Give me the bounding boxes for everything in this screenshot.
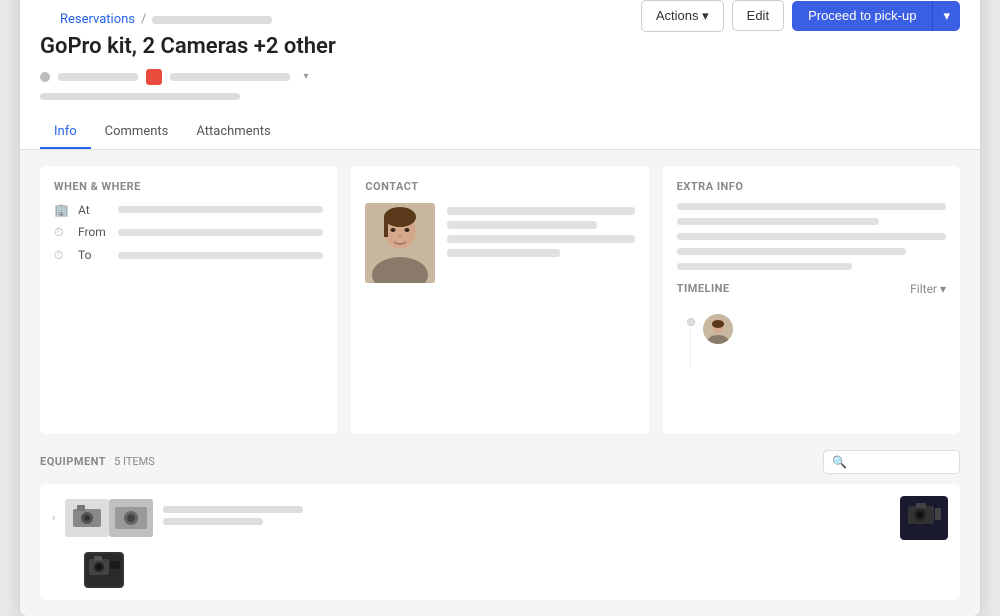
field-at: 🏢 At bbox=[54, 203, 323, 217]
extra-line-1 bbox=[677, 203, 946, 210]
contact-card: CONTACT bbox=[351, 166, 648, 434]
at-value-line bbox=[118, 206, 323, 213]
breadcrumb: Reservations / bbox=[40, 4, 292, 27]
extra-line-5 bbox=[677, 263, 852, 270]
expand-icon[interactable]: › bbox=[52, 511, 55, 524]
equipment-image-right bbox=[900, 496, 948, 540]
breadcrumb-separator: / bbox=[141, 12, 146, 27]
main-content: WHEN & WHERE 🏢 At ⏱ From ⏱ To CONTACT bbox=[20, 150, 980, 450]
status-line-2 bbox=[170, 73, 290, 81]
when-where-card: WHEN & WHERE 🏢 At ⏱ From ⏱ To bbox=[40, 166, 337, 434]
status-dot-red bbox=[146, 69, 162, 85]
equipment-row-2 bbox=[52, 544, 948, 588]
to-label: To bbox=[78, 248, 110, 262]
page-title: GoPro kit, 2 Cameras +2 other bbox=[40, 34, 960, 59]
from-label: From bbox=[78, 225, 110, 239]
extra-line-4 bbox=[677, 248, 906, 255]
equipment-details bbox=[163, 506, 890, 530]
contact-label: CONTACT bbox=[365, 180, 634, 193]
contact-phone-line bbox=[447, 235, 634, 243]
timeline-vertical-line bbox=[690, 328, 691, 368]
eq-desc-line bbox=[163, 518, 263, 525]
equipment-grid: › bbox=[40, 484, 960, 600]
equipment-header: EQUIPMENT 5 ITEMS 🔍 bbox=[40, 450, 960, 474]
timeline-filter-button[interactable]: Filter ▾ bbox=[910, 282, 946, 296]
extra-line-3 bbox=[677, 233, 946, 240]
equipment-row-1: › bbox=[52, 496, 948, 540]
equipment-image-2 bbox=[109, 499, 153, 537]
clock-icon-from: ⏱ bbox=[54, 225, 70, 240]
when-where-label: WHEN & WHERE bbox=[54, 180, 323, 193]
contact-org-line bbox=[447, 249, 559, 257]
title-area: GoPro kit, 2 Cameras +2 other ▾ bbox=[20, 34, 980, 110]
timeline-content bbox=[677, 304, 946, 384]
contact-email-line bbox=[447, 221, 597, 229]
search-input[interactable] bbox=[851, 455, 951, 469]
proceed-button[interactable]: Proceed to pick-up bbox=[792, 1, 932, 31]
contact-name-line bbox=[447, 207, 634, 215]
breadcrumb-current bbox=[152, 16, 272, 24]
tab-attachments[interactable]: Attachments bbox=[182, 116, 284, 149]
building-icon: 🏢 bbox=[54, 203, 70, 217]
eq-name-line bbox=[163, 506, 303, 513]
search-icon: 🔍 bbox=[832, 455, 847, 469]
equipment-section: EQUIPMENT 5 ITEMS 🔍 › bbox=[20, 450, 980, 616]
tab-info[interactable]: Info bbox=[40, 116, 91, 149]
extra-line-2 bbox=[677, 218, 879, 225]
contact-avatar bbox=[365, 203, 435, 283]
timeline-header: TIMELINE Filter ▾ bbox=[677, 282, 946, 296]
contact-text-info bbox=[447, 203, 634, 283]
timeline-user-avatar bbox=[703, 314, 733, 344]
equipment-count: 5 ITEMS bbox=[114, 455, 155, 468]
tabs-bar: Info Comments Attachments bbox=[20, 116, 980, 150]
extra-info-label: EXTRA INFO bbox=[677, 180, 946, 193]
from-value-line bbox=[118, 229, 323, 236]
proceed-arrow-button[interactable]: ▾ bbox=[932, 1, 960, 31]
status-dropdown-icon[interactable]: ▾ bbox=[298, 69, 314, 85]
extra-info-lines: TIMELINE Filter ▾ bbox=[677, 203, 946, 384]
equipment-image-bottom bbox=[84, 552, 124, 588]
timeline-section: TIMELINE Filter ▾ bbox=[677, 282, 946, 384]
extra-info-card: EXTRA INFO TIMELINE Filter ▾ bbox=[663, 166, 960, 434]
timeline-label: TIMELINE bbox=[677, 282, 730, 295]
timeline-dot bbox=[687, 318, 695, 326]
actions-button[interactable]: Actions ▾ bbox=[641, 0, 724, 32]
tab-comments[interactable]: Comments bbox=[91, 116, 183, 149]
field-from: ⏱ From bbox=[54, 225, 323, 240]
clock-icon-to: ⏱ bbox=[54, 248, 70, 263]
at-label: At bbox=[78, 203, 110, 217]
status-bar: ▾ bbox=[40, 69, 960, 85]
breadcrumb-link[interactable]: Reservations bbox=[60, 12, 135, 27]
equipment-image-1 bbox=[65, 499, 109, 537]
timeline-connector bbox=[687, 314, 695, 368]
subtitle-line bbox=[40, 93, 240, 100]
contact-info-area bbox=[365, 203, 634, 283]
to-value-line bbox=[118, 252, 323, 259]
equipment-search[interactable]: 🔍 bbox=[823, 450, 960, 474]
field-to: ⏱ To bbox=[54, 248, 323, 263]
status-dot-grey bbox=[40, 72, 50, 82]
proceed-group: Proceed to pick-up ▾ bbox=[792, 1, 960, 31]
status-line-1 bbox=[58, 73, 138, 81]
edit-button[interactable]: Edit bbox=[732, 0, 784, 31]
equipment-title: EQUIPMENT bbox=[40, 455, 106, 468]
